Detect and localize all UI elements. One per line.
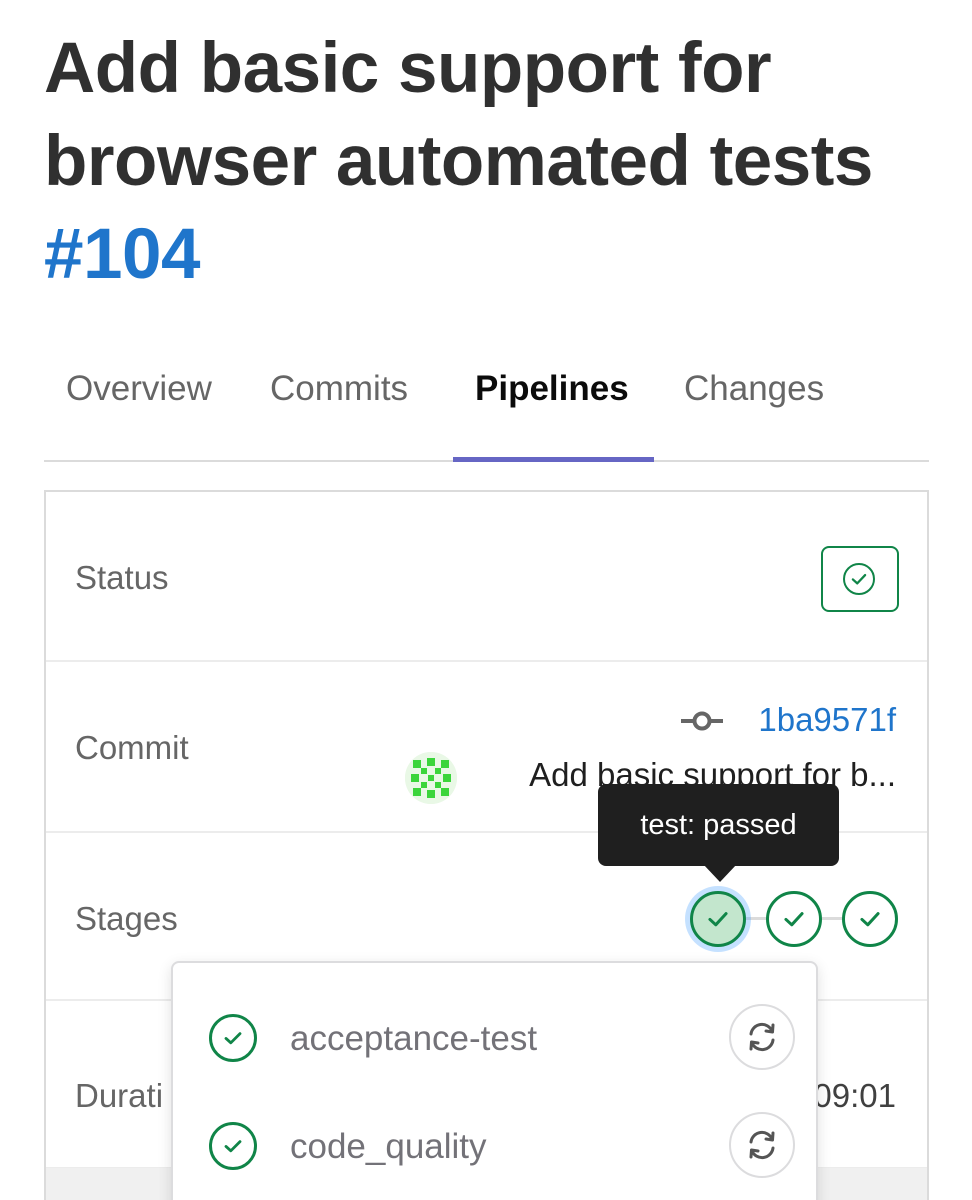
stage-2-passed-icon[interactable] — [766, 891, 822, 947]
tab-pipelines[interactable]: Pipelines — [475, 368, 629, 410]
stage-tooltip: test: passed — [598, 784, 839, 866]
stage-jobs-dropdown: acceptance-test code_quality — [171, 961, 818, 1200]
retry-icon — [749, 1130, 775, 1160]
duration-label: Durati — [75, 1077, 164, 1114]
tab-commits[interactable]: Commits — [270, 368, 408, 410]
retry-button[interactable] — [729, 1112, 795, 1178]
tab-changes[interactable]: Changes — [684, 368, 824, 410]
tooltip-arrow — [703, 864, 737, 882]
stage-test-passed-icon[interactable] — [690, 891, 746, 947]
active-tab-indicator — [453, 457, 654, 462]
stages-label: Stages — [75, 900, 178, 937]
commit-sha-link[interactable]: 1ba9571f — [758, 700, 896, 740]
mr-id: #104 — [44, 215, 200, 294]
retry-button[interactable] — [729, 1004, 795, 1070]
tab-overview[interactable]: Overview — [66, 368, 212, 410]
status-label: Status — [75, 559, 169, 596]
commit-label: Commit — [75, 729, 189, 766]
duration-value: 09:01 — [813, 1077, 896, 1114]
retry-icon — [749, 1022, 775, 1052]
job-passed-icon — [209, 1014, 257, 1062]
status-row: Status — [46, 492, 927, 662]
job-name[interactable]: code_quality — [290, 1126, 487, 1168]
avatar — [405, 752, 457, 804]
stage-3-passed-icon[interactable] — [842, 891, 898, 947]
page-title: Add basic support for browser automated … — [44, 22, 944, 301]
job-name[interactable]: acceptance-test — [290, 1018, 537, 1060]
job-item-code-quality[interactable]: code_quality — [173, 1096, 816, 1196]
commit-icon — [681, 711, 723, 731]
job-item-acceptance-test[interactable]: acceptance-test — [173, 988, 816, 1088]
status-badge[interactable] — [821, 546, 899, 612]
status-success-icon — [843, 563, 875, 595]
tab-bar: Overview Commits Pipelines Changes — [44, 352, 929, 462]
mr-title-text: Add basic support for browser automated … — [44, 29, 873, 201]
job-passed-icon — [209, 1122, 257, 1170]
